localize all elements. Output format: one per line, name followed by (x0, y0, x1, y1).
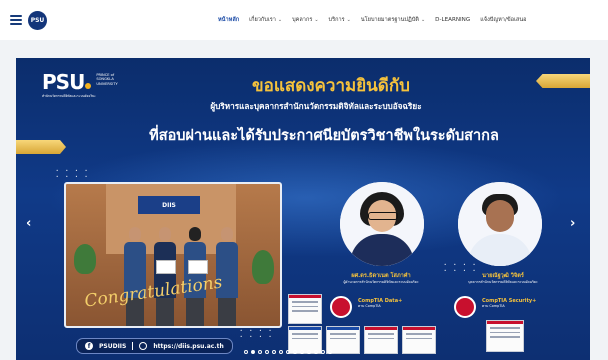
chevron-down-icon: ⌄ (277, 17, 283, 23)
certificate-card (364, 326, 398, 354)
psu-logo-text: PRINCE of SONGKLA UNIVERSITY (96, 73, 118, 86)
facebook-handle[interactable]: PSUDIIS (99, 343, 126, 350)
main-nav: หน้าหลัก เกี่ยวกับเรา ⌄ บุคลากร ⌄ บริการ ⌄ นโยบ… (218, 0, 527, 40)
person-1-role: ผู้อำนวยการสำนักนวัตกรรมดิจิทัลและระบบอั… (343, 280, 419, 284)
carousel-dot[interactable] (265, 350, 269, 354)
person-2-role: บุคลากรสำนักนวัตกรรมดิจิทัลและระบบอัจฉริ… (468, 280, 538, 284)
banner-headline-certificate: ที่สอบผ่านและได้รับประกาศนียบัตรวิชาชีพใ… (149, 128, 499, 144)
chevron-down-icon: ⌄ (346, 17, 351, 23)
dot-pattern: • • • •• • • • (240, 328, 275, 339)
carousel-prev-arrow-icon[interactable]: ‹ (26, 216, 31, 231)
dot-pattern: • • • •• • • • (56, 168, 91, 179)
site-logo[interactable]: PSU (28, 11, 47, 30)
facebook-icon[interactable]: f (85, 342, 93, 350)
nav-item-label: หน้าหลัก (218, 17, 240, 23)
certificate-held (188, 260, 208, 274)
nav-item-4[interactable]: นโยบายมาตรฐานปฏิบัติ ⌄ (361, 16, 425, 24)
certificate-card (288, 294, 322, 324)
nav-item-label: บุคลากร (292, 17, 313, 23)
chevron-down-icon: ⌄ (420, 17, 426, 23)
comptia-badge-icon (454, 296, 476, 318)
person-2-cert: CompTIA Security+ ตาม CompTIA (482, 298, 537, 308)
nav-item-5[interactable]: D-LEARNING (435, 17, 470, 23)
carousel-dot[interactable] (272, 350, 276, 354)
person-1-cert: CompTIA Data+ ตาม CompTIA (358, 298, 403, 308)
carousel-dot[interactable] (279, 350, 283, 354)
carousel-dot[interactable] (300, 350, 304, 354)
globe-icon[interactable] (139, 342, 148, 350)
carousel-dot[interactable] (314, 350, 318, 354)
person-figure (154, 227, 176, 326)
carousel-next-arrow-icon[interactable]: › (570, 216, 575, 231)
website-url[interactable]: https://diis.psu.ac.th (153, 343, 223, 350)
nav-item-6[interactable]: แจ้งปัญหา/ข้อเสนอ (480, 16, 526, 24)
top-navigation-bar: PSU หน้าหลัก เกี่ยวกับเรา ⌄ บุคลากร ⌄ บริการ ⌄… (0, 0, 608, 40)
certificate-card (402, 326, 436, 354)
photo-sign: DIIS (138, 196, 200, 214)
nav-item-label: แจ้งปัญหา/ข้อเสนอ (480, 17, 527, 23)
portrait-person-1 (340, 182, 424, 266)
carousel-dot[interactable] (244, 350, 248, 354)
psu-logo-mark: PSU (42, 70, 92, 94)
carousel-dot[interactable] (307, 350, 311, 354)
gold-ribbon-right (536, 74, 590, 88)
carousel-dot[interactable] (251, 350, 255, 354)
nav-item-1[interactable]: เกี่ยวกับเรา ⌄ (249, 16, 282, 24)
hamburger-menu-icon[interactable] (10, 15, 22, 25)
hero-banner-slide[interactable]: PSU PRINCE of SONGKLA UNIVERSITY สำนักนว… (16, 58, 590, 360)
carousel-pagination (244, 350, 332, 354)
org-name-small: สำนักนวัตกรรมดิจิทัลและระบบอัจฉริยะ (42, 94, 96, 98)
carousel-dot[interactable] (293, 350, 297, 354)
carousel-dot[interactable] (286, 350, 290, 354)
nav-item-label: บริการ (328, 17, 345, 23)
person-2-name: นายณัฐวุฒิ วิจิตร์ (482, 273, 524, 279)
gold-ribbon-left (16, 140, 66, 154)
nav-item-label: D-LEARNING (435, 17, 471, 23)
divider (132, 342, 134, 350)
carousel-dot[interactable] (321, 350, 325, 354)
carousel-dot[interactable] (328, 350, 332, 354)
nav-item-label: เกี่ยวกับเรา (249, 17, 276, 23)
certificate-held (156, 260, 176, 274)
banner-subheadline: ผู้บริหารและบุคลากรสำนักนวัตกรรมดิจิทัลแ… (210, 101, 422, 111)
certificate-card (486, 320, 524, 352)
nav-item-label: นโยบายมาตรฐานปฏิบัติ (360, 17, 419, 23)
nav-item-3[interactable]: บริการ ⌄ (329, 16, 351, 24)
chevron-down-icon: ⌄ (314, 17, 319, 23)
person-1-name: ผศ.ดร.ธิดาเนต โสภาคำ (351, 273, 411, 279)
psu-banner-logo: PSU PRINCE of SONGKLA UNIVERSITY (42, 70, 118, 94)
portrait-person-2 (458, 182, 542, 266)
comptia-badge-icon (330, 296, 352, 318)
social-links-bar: f PSUDIIS https://diis.psu.ac.th (76, 338, 233, 354)
banner-headline: ขอแสดงความยินดีกับ (252, 76, 410, 96)
nav-item-0[interactable]: หน้าหลัก (218, 16, 239, 24)
person-figure (124, 227, 146, 326)
carousel-dot[interactable] (258, 350, 262, 354)
nav-item-2[interactable]: บุคลากร ⌄ (292, 16, 318, 24)
